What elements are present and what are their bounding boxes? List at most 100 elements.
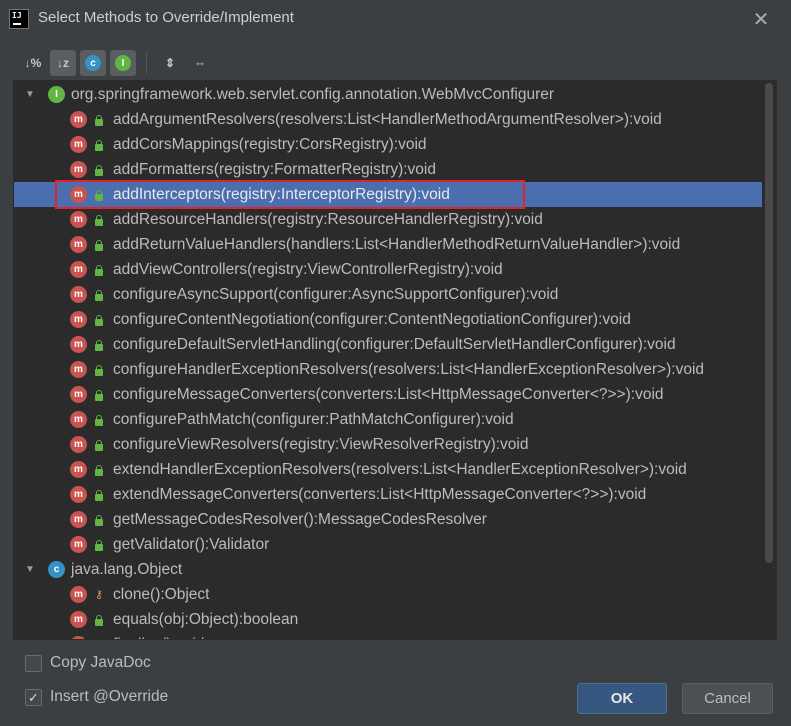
method-icon: m bbox=[70, 236, 87, 253]
method-label: configureAsyncSupport(configurer:AsyncSu… bbox=[113, 285, 559, 303]
method-icon: m bbox=[70, 436, 87, 453]
method-label: addFormatters(registry:FormatterRegistry… bbox=[113, 160, 436, 178]
public-lock-icon bbox=[93, 439, 105, 451]
expand-arrow-icon[interactable]: ▼ bbox=[24, 564, 36, 576]
method-icon: m bbox=[70, 461, 87, 478]
method-row[interactable]: m addCorsMappings(registry:CorsRegistry):… bbox=[14, 132, 762, 157]
ok-button[interactable]: OK bbox=[577, 683, 667, 714]
method-row[interactable]: m getMessageCodesResolver():MessageCodesR… bbox=[14, 507, 762, 532]
close-icon[interactable]: ✕ bbox=[750, 8, 772, 30]
method-row[interactable]: m equals(obj:Object):boolean bbox=[14, 607, 762, 632]
public-lock-icon bbox=[93, 264, 105, 276]
protected-key-icon: ⚷ bbox=[93, 639, 105, 640]
method-label: addInterceptors(registry:InterceptorRegi… bbox=[113, 185, 450, 203]
methods-tree[interactable]: ▼ Iorg.springframework.web.servlet.config… bbox=[13, 80, 777, 640]
method-label: addReturnValueHandlers(handlers:List<Han… bbox=[113, 235, 681, 253]
method-icon: m bbox=[70, 611, 87, 628]
expand-arrow-icon[interactable]: ▼ bbox=[24, 89, 36, 101]
method-label: addViewControllers(registry:ViewControll… bbox=[113, 260, 503, 278]
method-row[interactable]: m addArgumentResolvers(resolvers:List<Han… bbox=[14, 107, 762, 132]
collapse-all-button[interactable]: ⇔ bbox=[187, 50, 213, 76]
method-row[interactable]: m extendMessageConverters(converters:List… bbox=[14, 482, 762, 507]
method-row[interactable]: m configureDefaultServletHandling(configu… bbox=[14, 332, 762, 357]
insert-override-option[interactable]: ✓ Insert @Override bbox=[25, 688, 168, 706]
show-interfaces-button[interactable]: I bbox=[110, 50, 136, 76]
tree-group-label: org.springframework.web.servlet.config.a… bbox=[71, 85, 555, 103]
tree-scrollbar[interactable] bbox=[762, 81, 776, 639]
method-icon: m bbox=[70, 511, 87, 528]
method-icon: m bbox=[70, 636, 87, 639]
toolbar-separator bbox=[146, 52, 147, 74]
interface-icon: I bbox=[115, 55, 131, 71]
insert-override-checkbox[interactable]: ✓ bbox=[25, 688, 42, 706]
collapse-all-icon: ⇔ bbox=[194, 56, 206, 70]
copy-javadoc-option[interactable]: Copy JavaDoc bbox=[25, 654, 151, 672]
method-label: configurePathMatch(configurer:PathMatchC… bbox=[113, 410, 514, 428]
method-icon: m bbox=[70, 311, 87, 328]
method-label: configureContentNegotiation(configurer:C… bbox=[113, 310, 631, 328]
method-row[interactable]: m configureHandlerExceptionResolvers(reso… bbox=[14, 357, 762, 382]
tree-group-row[interactable]: ▼ Iorg.springframework.web.servlet.config… bbox=[14, 82, 762, 107]
sort-alpha-icon: ↓z bbox=[57, 56, 69, 70]
protected-key-icon: ⚷ bbox=[93, 589, 105, 601]
method-row[interactable]: m configureContentNegotiation(configurer:… bbox=[14, 307, 762, 332]
tree-group-row[interactable]: ▼ c java.lang.Object bbox=[14, 557, 762, 582]
intellij-logo-icon: IJ bbox=[9, 9, 29, 29]
method-row[interactable]: m addInterceptors(registry:InterceptorReg… bbox=[14, 182, 762, 207]
method-row[interactable]: m addFormatters(registry:FormatterRegistr… bbox=[14, 157, 762, 182]
class-icon: c bbox=[48, 561, 65, 578]
public-lock-icon bbox=[93, 539, 105, 551]
sort-alphabetically-button[interactable]: ↓z bbox=[50, 50, 76, 76]
method-label: getValidator():Validator bbox=[113, 535, 270, 553]
interface-icon: I bbox=[48, 86, 65, 103]
method-label: addResourceHandlers(registry:ResourceHan… bbox=[113, 210, 543, 228]
method-row[interactable]: m configureMessageConverters(converters:L… bbox=[14, 382, 762, 407]
method-row[interactable]: m configureAsyncSupport(configurer:AsyncS… bbox=[14, 282, 762, 307]
method-row[interactable]: m addViewControllers(registry:ViewControl… bbox=[14, 257, 762, 282]
method-icon: m bbox=[70, 186, 87, 203]
cancel-button[interactable]: Cancel bbox=[682, 683, 773, 714]
method-icon: m bbox=[70, 486, 87, 503]
method-icon: m bbox=[70, 161, 87, 178]
method-label: extendHandlerExceptionResolvers(resolver… bbox=[113, 460, 687, 478]
scrollbar-thumb[interactable] bbox=[765, 83, 773, 563]
copy-javadoc-checkbox[interactable] bbox=[25, 654, 42, 672]
public-lock-icon bbox=[93, 389, 105, 401]
method-icon: m bbox=[70, 261, 87, 278]
method-icon: m bbox=[70, 536, 87, 553]
method-label: clone():Object bbox=[113, 585, 210, 603]
public-lock-icon bbox=[93, 339, 105, 351]
method-row[interactable]: m extendHandlerExceptionResolvers(resolve… bbox=[14, 457, 762, 482]
method-label: configureDefaultServletHandling(configur… bbox=[113, 335, 676, 353]
method-icon: m bbox=[70, 286, 87, 303]
public-lock-icon bbox=[93, 414, 105, 426]
method-row[interactable]: m configureViewResolvers(registry:ViewRes… bbox=[14, 432, 762, 457]
dialog-title: Select Methods to Override/Implement bbox=[38, 9, 294, 26]
key-glyph: ⚷ bbox=[95, 588, 104, 601]
method-icon: m bbox=[70, 211, 87, 228]
method-row[interactable]: m ⚷ clone():Object bbox=[14, 582, 762, 607]
method-row[interactable]: m getValidator():Validator bbox=[14, 532, 762, 557]
expand-all-button[interactable]: ⇕ bbox=[157, 50, 183, 76]
public-lock-icon bbox=[93, 189, 105, 201]
method-label: getMessageCodesResolver():MessageCodesRe… bbox=[113, 510, 487, 528]
sort-by-percent-button[interactable]: ↓% bbox=[20, 50, 46, 76]
public-lock-icon bbox=[93, 489, 105, 501]
public-lock-icon bbox=[93, 514, 105, 526]
method-row[interactable]: m addResourceHandlers(registry:ResourceHa… bbox=[14, 207, 762, 232]
class-icon: c bbox=[85, 55, 101, 71]
method-icon: m bbox=[70, 411, 87, 428]
public-lock-icon bbox=[93, 289, 105, 301]
method-icon: m bbox=[70, 136, 87, 153]
method-label: equals(obj:Object):boolean bbox=[113, 610, 299, 628]
method-label: configureMessageConverters(converters:Li… bbox=[113, 385, 664, 403]
method-label: extendMessageConverters(converters:List<… bbox=[113, 485, 647, 503]
show-classes-button[interactable]: c bbox=[80, 50, 106, 76]
logo-text: IJ bbox=[12, 11, 22, 20]
method-icon: m bbox=[70, 361, 87, 378]
method-icon: m bbox=[70, 386, 87, 403]
method-row[interactable]: m ⚷ finalize():void bbox=[14, 632, 762, 640]
method-row[interactable]: m addReturnValueHandlers(handlers:List<Ha… bbox=[14, 232, 762, 257]
method-row[interactable]: m configurePathMatch(configurer:PathMatch… bbox=[14, 407, 762, 432]
title-bar: IJ Select Methods to Override/Implement … bbox=[0, 0, 791, 38]
